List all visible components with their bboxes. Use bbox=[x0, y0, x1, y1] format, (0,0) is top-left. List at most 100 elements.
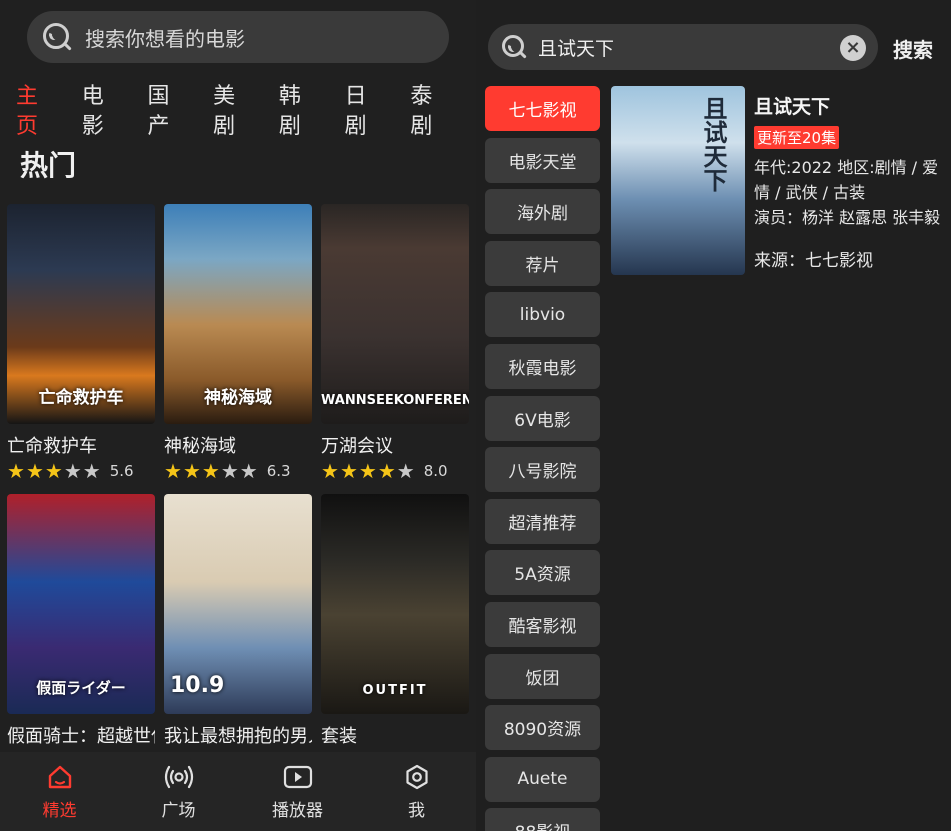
nav-label: 我 bbox=[408, 801, 425, 821]
source-item[interactable]: 5A资源 bbox=[485, 550, 600, 596]
movie-title: 我让最想拥抱的男人给威胁了：西班 bbox=[164, 726, 312, 747]
star-icon: ★ bbox=[321, 459, 339, 483]
star-icon: ★ bbox=[339, 459, 358, 483]
movie-card[interactable]: 10.9 我让最想拥抱的男人给威胁了：西班 bbox=[164, 494, 312, 748]
movie-card[interactable]: 假面ライダー 假面骑士：超越世代 bbox=[7, 494, 155, 748]
movie-score: 6.3 bbox=[266, 462, 291, 480]
star-icon: ★ bbox=[220, 459, 239, 483]
movie-card[interactable]: 神秘海域 神秘海域 ★ ★ ★ ★ ★ 6.3 bbox=[164, 204, 312, 482]
home-icon bbox=[45, 762, 75, 792]
nav-featured[interactable]: 精选 bbox=[10, 762, 110, 821]
home-pane: 搜索你想看的电影 主页 电影 国产 美剧 韩剧 日剧 泰剧 热门 亡命救护车 亡… bbox=[0, 0, 476, 831]
bottom-nav: 精选 广场 播放器 我 bbox=[0, 752, 476, 831]
movie-rating: ★ ★ ★ ★ ★ 8.0 bbox=[321, 460, 469, 482]
source-item[interactable]: 电影天堂 bbox=[485, 137, 600, 183]
movie-poster[interactable]: 神秘海域 bbox=[164, 204, 312, 424]
star-icon: ★ bbox=[396, 459, 415, 483]
home-search-bar[interactable]: 搜索你想看的电影 bbox=[27, 11, 449, 63]
tab-us-drama[interactable]: 美剧 bbox=[213, 82, 254, 142]
nav-me[interactable]: 我 bbox=[367, 762, 467, 821]
source-item[interactable]: 八号影院 bbox=[485, 447, 600, 493]
star-icon: ★ bbox=[44, 459, 63, 483]
star-icon: ★ bbox=[63, 459, 82, 483]
tab-home[interactable]: 主页 bbox=[16, 82, 57, 142]
source-item[interactable]: 超清推荐 bbox=[485, 498, 600, 544]
source-item[interactable]: 秋霞电影 bbox=[485, 343, 600, 389]
nav-player[interactable]: 播放器 bbox=[248, 762, 348, 821]
source-item[interactable]: 荐片 bbox=[485, 240, 600, 286]
source-item[interactable]: 海外剧 bbox=[485, 189, 600, 235]
source-item[interactable]: 酷客影视 bbox=[485, 601, 600, 647]
star-icon: ★ bbox=[239, 459, 258, 483]
source-item[interactable]: 88影视 bbox=[485, 808, 600, 831]
result-info: 且试天下 更新至20集 年代:2022 地区:剧情 / 爱情 / 武侠 / 古装… bbox=[754, 92, 941, 271]
tab-movies[interactable]: 电影 bbox=[82, 82, 123, 142]
source-list: 七七影视 电影天堂 海外剧 荐片 libvio 秋霞电影 6V电影 八号影院 超… bbox=[485, 86, 600, 831]
nav-label: 精选 bbox=[42, 801, 77, 821]
star-icon: ★ bbox=[377, 459, 396, 483]
source-item[interactable]: 饭团 bbox=[485, 653, 600, 699]
movie-poster[interactable]: 假面ライダー bbox=[7, 494, 155, 714]
search-input[interactable]: 且试天下 × bbox=[488, 24, 878, 70]
search-results-pane: 且试天下 × 搜索 七七影视 电影天堂 海外剧 荐片 libvio 秋霞电影 6… bbox=[476, 0, 951, 831]
tab-japanese-drama[interactable]: 日剧 bbox=[345, 82, 386, 142]
movie-rating: ★ ★ ★ ★ ★ 5.6 bbox=[7, 460, 155, 482]
update-badge: 更新至20集 bbox=[754, 126, 840, 149]
poster-title: 且试天下 bbox=[699, 96, 727, 192]
search-icon bbox=[500, 33, 528, 61]
movie-card[interactable]: 亡命救护车 亡命救护车 ★ ★ ★ ★ ★ 5.6 bbox=[7, 204, 155, 482]
star-icon: ★ bbox=[25, 459, 44, 483]
star-icon: ★ bbox=[7, 459, 25, 483]
nav-label: 广场 bbox=[161, 801, 196, 821]
close-icon[interactable]: × bbox=[840, 35, 866, 61]
star-icon: ★ bbox=[201, 459, 220, 483]
category-tabs: 主页 电影 国产 美剧 韩剧 日剧 泰剧 bbox=[16, 82, 476, 142]
movie-title: 神秘海域 bbox=[164, 436, 236, 457]
search-icon bbox=[41, 21, 73, 53]
nav-label: 播放器 bbox=[272, 801, 323, 821]
movie-rating: ★ ★ ★ ★ ★ 6.3 bbox=[164, 460, 312, 482]
search-query: 且试天下 bbox=[538, 37, 615, 60]
movie-poster[interactable]: WANNSEEKONFERENZ bbox=[321, 204, 469, 424]
search-result-card[interactable]: 且试天下 且试天下 更新至20集 年代:2022 地区:剧情 / 爱情 / 武侠… bbox=[611, 86, 941, 276]
result-poster[interactable]: 且试天下 bbox=[611, 86, 745, 275]
result-cast: 演员：杨洋 赵露思 张丰毅 bbox=[754, 208, 941, 227]
source-item[interactable]: Auete bbox=[485, 756, 600, 802]
movie-card[interactable]: WANNSEEKONFERENZ 万湖会议 ★ ★ ★ ★ ★ 8.0 bbox=[321, 204, 469, 482]
poster-title: WANNSEEKONFERENZ bbox=[321, 393, 469, 408]
movie-title: 套装 bbox=[321, 726, 357, 747]
movie-poster[interactable]: OUTFIT bbox=[321, 494, 469, 714]
tab-korean-drama[interactable]: 韩剧 bbox=[279, 82, 320, 142]
app-root: 搜索你想看的电影 主页 电影 国产 美剧 韩剧 日剧 泰剧 热门 亡命救护车 亡… bbox=[0, 0, 951, 831]
poster-title: OUTFIT bbox=[362, 683, 428, 698]
nav-square[interactable]: 广场 bbox=[129, 762, 229, 821]
star-icon: ★ bbox=[82, 459, 101, 483]
movie-title: 假面骑士：超越世代 bbox=[7, 726, 155, 747]
poster-title: 亡命救护车 bbox=[38, 388, 124, 408]
result-source: 来源：七七影视 bbox=[754, 251, 873, 271]
tab-thai-drama[interactable]: 泰剧 bbox=[410, 82, 451, 142]
result-meta: 年代:2022 地区:剧情 / 爱情 / 武侠 / 古装 bbox=[754, 158, 939, 202]
movie-score: 8.0 bbox=[423, 462, 448, 480]
movie-title: 亡命救护车 bbox=[7, 436, 97, 457]
star-icon: ★ bbox=[164, 459, 182, 483]
movie-poster[interactable]: 10.9 bbox=[164, 494, 312, 714]
source-item[interactable]: 8090资源 bbox=[485, 705, 600, 751]
play-icon bbox=[283, 762, 313, 792]
result-title: 且试天下 bbox=[754, 96, 831, 118]
tab-domestic[interactable]: 国产 bbox=[147, 82, 188, 142]
movie-score: 5.6 bbox=[109, 462, 134, 480]
source-item[interactable]: 七七影视 bbox=[485, 86, 600, 131]
poster-title: 10.9 bbox=[170, 673, 225, 698]
source-item[interactable]: libvio bbox=[485, 292, 600, 338]
movie-poster[interactable]: 亡命救护车 bbox=[7, 204, 155, 424]
poster-title: 假面ライダー bbox=[36, 679, 126, 697]
star-icon: ★ bbox=[358, 459, 377, 483]
star-icon: ★ bbox=[182, 459, 201, 483]
source-item[interactable]: 6V电影 bbox=[485, 395, 600, 441]
search-button[interactable]: 搜索 bbox=[893, 34, 933, 63]
movie-card[interactable]: OUTFIT 套装 bbox=[321, 494, 469, 748]
broadcast-icon bbox=[164, 762, 194, 792]
movie-title: 万湖会议 bbox=[321, 436, 393, 457]
search-placeholder: 搜索你想看的电影 bbox=[85, 26, 245, 51]
